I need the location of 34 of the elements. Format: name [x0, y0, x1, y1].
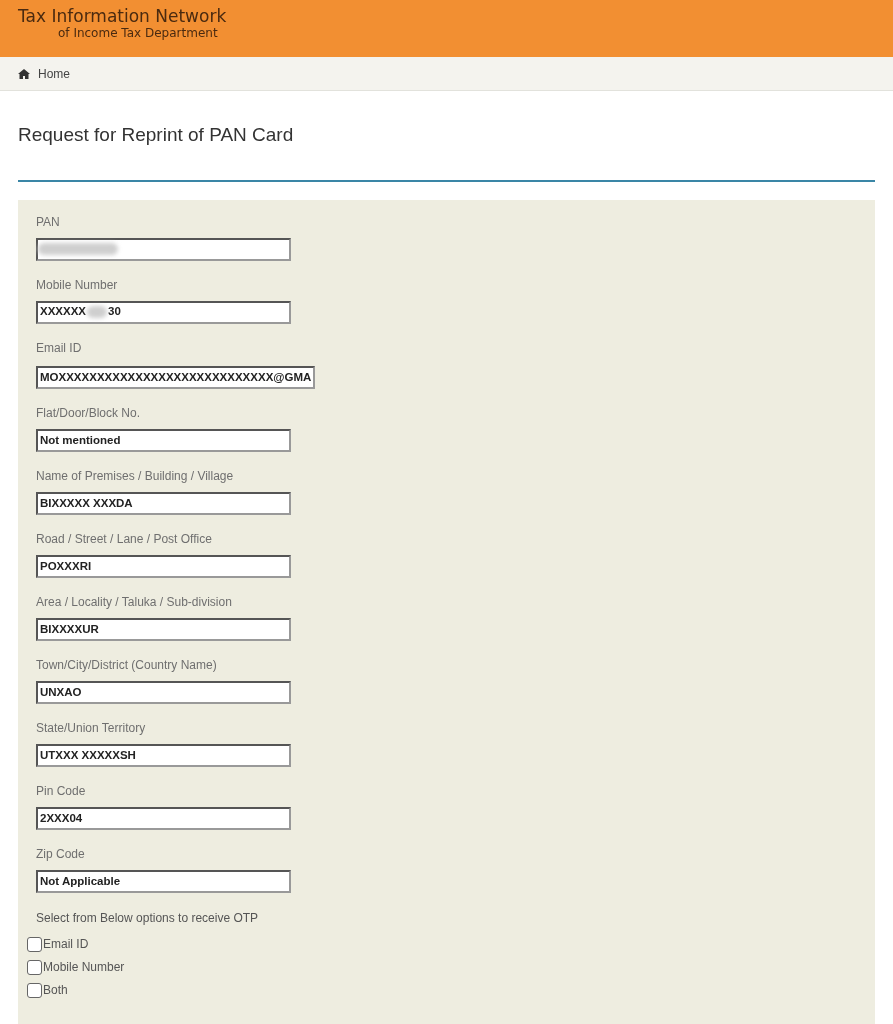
option-label: Email ID	[43, 936, 89, 954]
input-field[interactable]: UTXXX XXXXXSH	[36, 743, 291, 767]
field-label: Town/City/District (Country Name)	[36, 656, 218, 673]
home-icon	[18, 68, 30, 79]
field-label: Zip Code	[36, 845, 86, 862]
option-label: Both	[43, 982, 68, 1000]
input-field[interactable]: BIXXXXX XXXDA	[36, 491, 291, 515]
input-field[interactable]: XXXXXX 30	[36, 300, 291, 324]
home-link[interactable]: Home	[18, 64, 70, 83]
otp-prompt: Select from Below options to receive OTP	[36, 909, 260, 927]
field-label: Email ID	[36, 339, 83, 356]
field-label: PAN	[36, 213, 61, 230]
option-label: Mobile Number	[43, 959, 125, 977]
field-label: Pin Code	[36, 782, 87, 799]
checkbox[interactable]	[27, 959, 42, 975]
checkbox[interactable]	[27, 982, 42, 998]
input-field[interactable]: BIXXXXUR	[36, 617, 291, 641]
field-label: State/Union Territory	[36, 719, 147, 736]
field-label: Flat/Door/Block No.	[36, 404, 142, 421]
site-subtitle: of Income Tax Department	[58, 26, 219, 41]
page-title: Request for Reprint of PAN Card	[18, 123, 295, 147]
input-field[interactable]: POXXXRI	[36, 554, 291, 578]
field-label: Mobile Number	[36, 276, 119, 293]
input-field[interactable]: Not mentioned	[36, 428, 291, 452]
input-field[interactable]: Not Applicable	[36, 869, 291, 893]
field-label: Road / Street / Lane / Post Office	[36, 530, 213, 547]
input-field[interactable]: UNXAO	[36, 680, 291, 704]
input-field[interactable]: MOXXXXXXXXXXXXXXXXXXXXXXXXXXXX@GMA	[36, 365, 316, 389]
site-title: Tax Information Network	[18, 6, 228, 26]
field-label: Area / Locality / Taluka / Sub-division	[36, 593, 233, 610]
input-field[interactable]	[36, 237, 291, 261]
field-label: Name of Premises / Building / Village	[36, 467, 235, 484]
checkbox[interactable]	[27, 936, 42, 952]
input-field[interactable]: 2XXX04	[36, 806, 291, 830]
